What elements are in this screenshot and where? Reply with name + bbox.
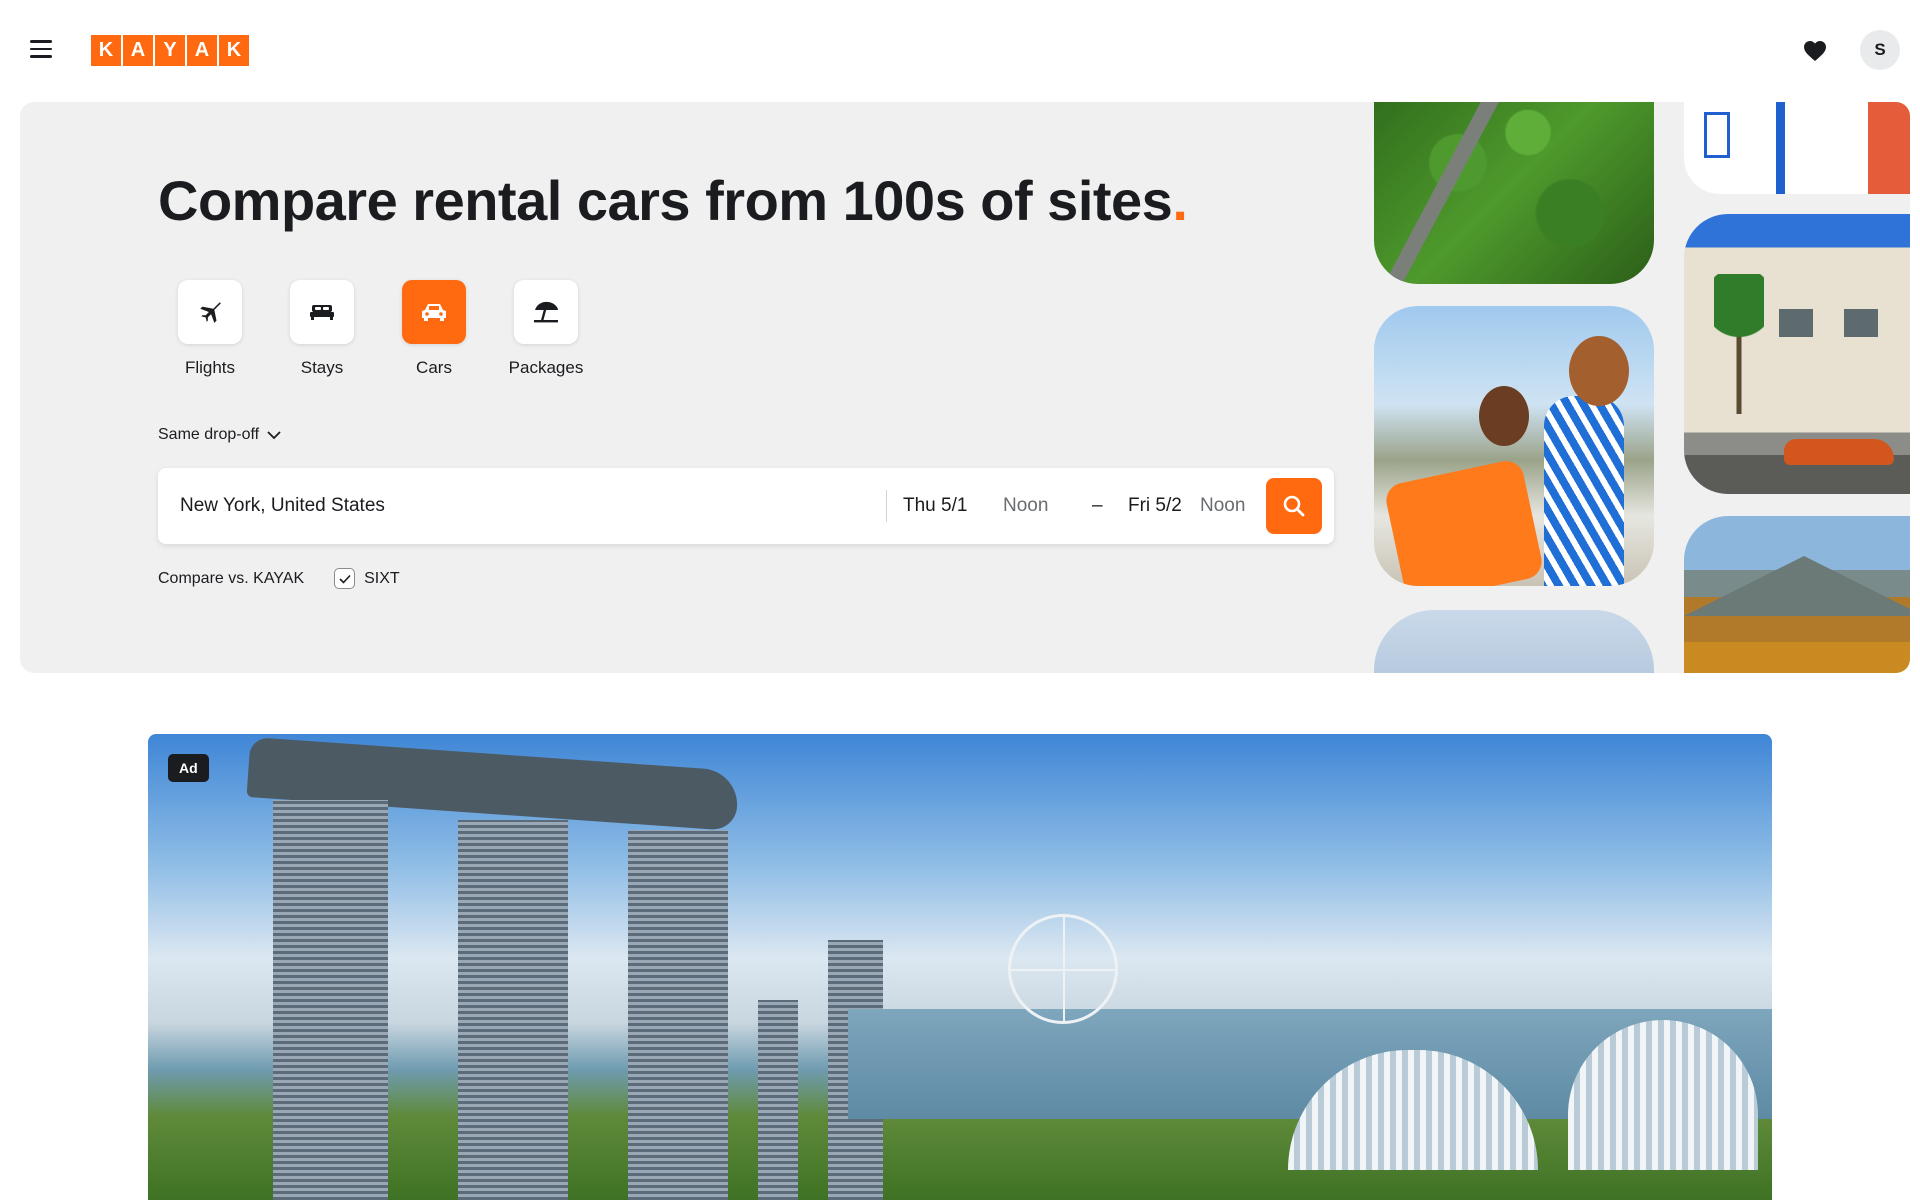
- person-shape: [1479, 386, 1529, 446]
- white-house-photo: [1684, 102, 1910, 194]
- hamburger-menu-icon[interactable]: [30, 40, 54, 60]
- compare-options: Compare vs. KAYAK SIXT: [158, 568, 400, 589]
- vertical-nav: Flights Stays Cars Packages: [178, 280, 583, 378]
- headline-dot: .: [1172, 169, 1188, 232]
- vertical-packages[interactable]: Packages: [509, 280, 583, 378]
- vertical-stays[interactable]: Stays: [290, 280, 354, 378]
- window-shape: [1779, 309, 1813, 337]
- field-divider: [886, 490, 887, 522]
- checkbox-checked-icon[interactable]: [334, 568, 356, 589]
- dropoff-time-field[interactable]: Noon: [1200, 468, 1245, 544]
- palm-tree-shape: [1714, 274, 1764, 414]
- pickup-date-field[interactable]: Thu 5/1: [903, 468, 967, 544]
- page-title: Compare rental cars from 100s of sites.: [158, 168, 1188, 233]
- palm-building-photo: [1684, 214, 1910, 494]
- hero-search-section: Compare rental cars from 100s of sites. …: [20, 102, 1910, 673]
- tower-shape: [458, 820, 568, 1200]
- ad-badge: Ad: [168, 754, 209, 782]
- pickup-time-field[interactable]: Noon: [1003, 468, 1048, 544]
- heart-icon[interactable]: [1800, 36, 1830, 66]
- top-navigation-bar: K A Y A K S: [0, 0, 1920, 100]
- logo-letter: K: [219, 35, 249, 66]
- pickup-location-input[interactable]: [158, 468, 886, 544]
- ferris-wheel-shape: [1008, 914, 1118, 1024]
- beach-umbrella-icon[interactable]: [514, 280, 578, 344]
- dropoff-label: Same drop-off: [158, 426, 260, 443]
- mountain-valley-photo: [1684, 516, 1910, 673]
- dropoff-date-field[interactable]: Fri 5/2: [1128, 468, 1182, 544]
- travelers-photo: [1374, 306, 1654, 586]
- logo-letter: A: [123, 35, 153, 66]
- vertical-cars[interactable]: Cars: [402, 280, 466, 378]
- logo-letter: Y: [155, 35, 185, 66]
- chevron-down-icon: [267, 430, 281, 439]
- person-shape: [1544, 396, 1624, 586]
- user-avatar[interactable]: S: [1860, 30, 1900, 70]
- orange-car-shape: [1784, 439, 1894, 465]
- window-shape: [1844, 309, 1878, 337]
- logo-letter: A: [187, 35, 217, 66]
- search-button[interactable]: [1266, 478, 1322, 534]
- headline-text: Compare rental cars from 100s of sites: [158, 169, 1173, 232]
- date-range-separator: –: [1092, 495, 1103, 516]
- tower-shape: [273, 800, 388, 1200]
- vertical-flights[interactable]: Flights: [178, 280, 242, 378]
- car-icon[interactable]: [402, 280, 466, 344]
- sky-photo: [1374, 610, 1654, 673]
- vertical-label: Flights: [184, 358, 236, 377]
- compare-sixt-checkbox[interactable]: SIXT: [334, 568, 400, 589]
- ad-banner[interactable]: Ad: [148, 734, 1772, 1200]
- bed-icon[interactable]: [290, 280, 354, 344]
- logo-letter: K: [91, 35, 121, 66]
- vertical-label: Stays: [300, 358, 344, 377]
- orange-suitcase-shape: [1383, 457, 1545, 586]
- compare-option-label: SIXT: [364, 569, 400, 587]
- forest-road-photo: [1374, 102, 1654, 284]
- dropoff-selector[interactable]: Same drop-off: [158, 426, 281, 444]
- compare-label: Compare vs. KAYAK: [158, 569, 305, 587]
- vertical-label: Cars: [416, 358, 452, 377]
- vertical-label: Packages: [508, 358, 584, 377]
- kayak-logo[interactable]: K A Y A K: [91, 35, 249, 66]
- person-shape: [1569, 336, 1629, 406]
- car-search-form: Thu 5/1 Noon – Fri 5/2 Noon: [158, 468, 1334, 544]
- tower-shape: [758, 1000, 798, 1200]
- plane-icon[interactable]: [178, 280, 242, 344]
- tower-shape: [628, 830, 728, 1200]
- search-icon: [1283, 495, 1305, 517]
